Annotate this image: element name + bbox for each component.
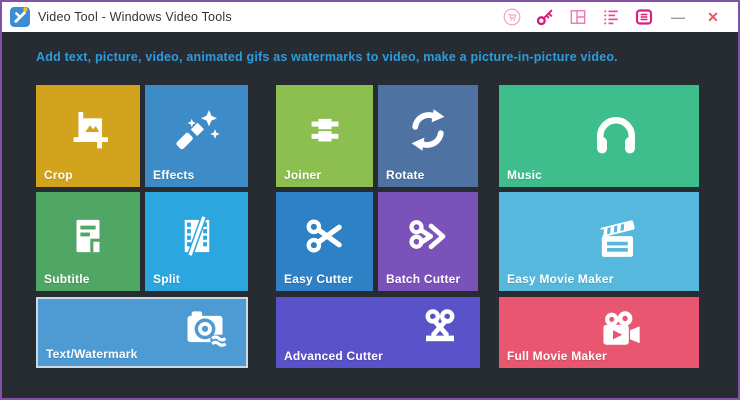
filmstrip-split-icon	[174, 213, 220, 259]
titlebar-actions: — ✕	[502, 7, 738, 27]
tile-label: Effects	[153, 168, 194, 182]
tile-rotate[interactable]: Rotate	[378, 85, 478, 187]
scissors-bar-icon	[416, 304, 464, 352]
tile-music[interactable]: Music	[499, 85, 699, 187]
tile-subtitle[interactable]: Subtitle	[36, 192, 140, 291]
tile-label: Full Movie Maker	[507, 349, 607, 363]
clapperboard-icon	[591, 214, 643, 266]
tile-label: Text/Watermark	[46, 347, 138, 361]
tile-easy-cutter[interactable]: Easy Cutter	[276, 192, 373, 291]
store-cart-icon[interactable]	[502, 7, 522, 27]
watermark-camera-icon	[180, 303, 230, 353]
register-key-icon[interactable]	[535, 7, 555, 27]
tile-label: Batch Cutter	[386, 272, 460, 286]
tile-label: Crop	[44, 168, 73, 182]
tile-batch-cutter[interactable]: Batch Cutter	[378, 192, 478, 291]
feature-tagline: Add text, picture, video, animated gifs …	[36, 50, 618, 64]
minimize-button[interactable]: —	[667, 7, 689, 27]
titlebar: Video Tool - Windows Video Tools	[2, 2, 738, 32]
batch-scissors-icon	[405, 213, 451, 259]
tile-easy-movie-maker[interactable]: Easy Movie Maker	[499, 192, 699, 291]
tile-crop[interactable]: Crop	[36, 85, 140, 187]
magic-wand-icon	[173, 106, 221, 154]
tile-label: Rotate	[386, 168, 425, 182]
tile-label: Advanced Cutter	[284, 349, 383, 363]
tile-effects[interactable]: Effects	[145, 85, 248, 187]
layout-panels-icon[interactable]	[568, 7, 588, 27]
content-area: Add text, picture, video, animated gifs …	[2, 32, 738, 398]
tile-label: Easy Cutter	[284, 272, 353, 286]
crop-icon	[64, 106, 112, 154]
subtitle-doc-icon	[65, 213, 111, 259]
close-button[interactable]: ✕	[702, 7, 724, 27]
window-title: Video Tool - Windows Video Tools	[38, 10, 232, 24]
join-segments-icon	[302, 107, 348, 153]
tile-label: Split	[153, 272, 180, 286]
tile-advanced-cutter[interactable]: Advanced Cutter	[276, 297, 480, 368]
tile-label: Subtitle	[44, 272, 90, 286]
rotate-arrows-icon	[404, 106, 452, 154]
tile-label: Music	[507, 168, 542, 182]
headphones-icon	[589, 107, 643, 161]
task-list-icon[interactable]	[601, 7, 621, 27]
menu-icon[interactable]	[634, 7, 654, 27]
tile-label: Joiner	[284, 168, 321, 182]
tile-split[interactable]: Split	[145, 192, 248, 291]
tile-full-movie-maker[interactable]: Full Movie Maker	[499, 297, 699, 368]
app-logo-icon	[10, 7, 30, 27]
tile-label: Easy Movie Maker	[507, 272, 614, 286]
tile-joiner[interactable]: Joiner	[276, 85, 373, 187]
tile-text-watermark[interactable]: Text/Watermark	[36, 297, 248, 368]
scissors-icon	[302, 213, 348, 259]
app-window: Video Tool - Windows Video Tools	[0, 0, 740, 400]
